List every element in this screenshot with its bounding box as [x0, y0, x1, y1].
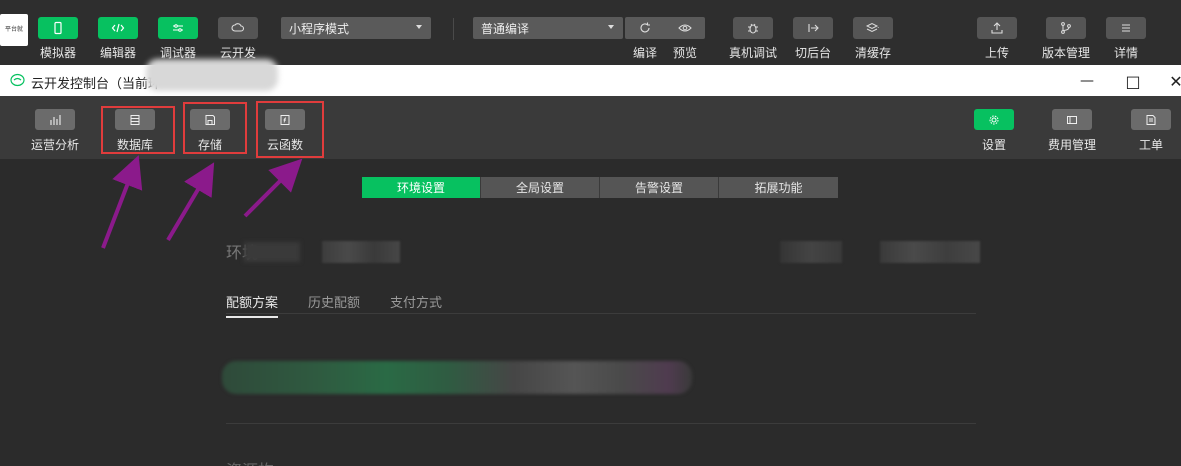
- main-content: 环境设置 全局设置 告警设置 拓展功能 环境 配额方案 历史配额 支付方式 资源…: [0, 159, 1181, 466]
- window-title-bar: 云开发控制台（当前环 — □ ✕: [0, 59, 1181, 96]
- compile-select[interactable]: 普通编译: [473, 17, 623, 39]
- editor-label: 编辑器: [99, 46, 136, 60]
- wallet-icon: [1052, 109, 1092, 130]
- upload-button[interactable]: 上传: [977, 17, 1017, 61]
- maximize-icon[interactable]: □: [1123, 71, 1143, 91]
- branch-icon: [1046, 17, 1086, 39]
- switch-icon: [793, 17, 833, 39]
- compile-label: 编译: [632, 46, 657, 60]
- clear-cache-button[interactable]: 清缓存: [853, 17, 893, 61]
- subtab-quota-plan[interactable]: 配额方案: [226, 292, 279, 318]
- annotation-box-storage: [183, 102, 247, 154]
- mode-select[interactable]: 小程序模式: [281, 17, 431, 39]
- code-icon: [98, 17, 138, 39]
- cloud-dev-button[interactable]: 云开发: [218, 17, 258, 61]
- bar-chart-icon: [35, 109, 75, 130]
- redacted-region: [322, 241, 400, 263]
- cloud-console-icon: [10, 73, 25, 87]
- resource-heading: 资源构: [226, 457, 274, 466]
- minimize-icon[interactable]: —: [1077, 71, 1097, 91]
- editor-button[interactable]: 编辑器: [98, 17, 138, 61]
- layers-icon: [853, 17, 893, 39]
- sliders-icon: [158, 17, 198, 39]
- settings-label: 设置: [981, 138, 1006, 152]
- redacted-plan-banner: [222, 361, 692, 394]
- ticket-button[interactable]: 工单: [1131, 109, 1171, 153]
- background-button[interactable]: 切后台: [793, 17, 833, 61]
- quota-subtabs: 配额方案 历史配额 支付方式: [226, 292, 442, 318]
- annotation-box-cloud-function: [256, 101, 324, 158]
- redacted-region: [146, 59, 278, 91]
- logo-text: 平台就: [4, 26, 23, 33]
- section-divider: [226, 423, 976, 424]
- annotation-box-database: [101, 106, 175, 154]
- upload-label: 上传: [984, 46, 1009, 60]
- remote-debug-label: 真机调试: [729, 46, 778, 60]
- preview-label: 预览: [672, 46, 697, 60]
- ide-toolbar: 平台就 模拟器 编辑器 调试器 云开发 小程序模式 普通编译 编译 预览 真机调…: [0, 0, 1181, 65]
- upload-icon: [977, 17, 1017, 39]
- subtab-payment[interactable]: 支付方式: [390, 292, 442, 318]
- close-icon[interactable]: ✕: [1166, 71, 1181, 91]
- version-button[interactable]: 版本管理: [1042, 17, 1090, 61]
- compile-preview-group: [625, 17, 705, 39]
- analytics-button[interactable]: 运营分析: [31, 109, 79, 153]
- settings-button[interactable]: 设置: [974, 109, 1014, 153]
- chevron-down-icon: [416, 25, 422, 29]
- cloud-icon: [218, 17, 258, 39]
- simulator-label: 模拟器: [39, 46, 76, 60]
- clear-cache-label: 清缓存: [854, 46, 891, 60]
- gear-icon: [974, 109, 1014, 130]
- tab-env-settings[interactable]: 环境设置: [362, 177, 481, 198]
- app-logo: 平台就: [0, 14, 28, 46]
- bug-icon: [733, 17, 773, 39]
- settings-tabs: 环境设置 全局设置 告警设置 拓展功能: [362, 177, 838, 198]
- refresh-icon: [640, 22, 650, 33]
- console-toolbar: 运营分析 数据库 存储 云函数 设置 费用管理 工单: [0, 96, 1181, 159]
- debugger-button[interactable]: 调试器: [158, 17, 198, 61]
- details-label: 详情: [1113, 46, 1138, 60]
- redacted-region: [780, 241, 842, 263]
- ticket-label: 工单: [1138, 138, 1163, 152]
- remote-debug-button[interactable]: 真机调试: [729, 17, 777, 61]
- tab-global-settings[interactable]: 全局设置: [481, 177, 600, 198]
- background-label: 切后台: [794, 46, 831, 60]
- mode-select-value: 小程序模式: [289, 21, 350, 36]
- compile-select-value: 普通编译: [481, 21, 530, 36]
- subtab-divider: [226, 313, 976, 314]
- ticket-icon: [1131, 109, 1171, 130]
- details-button[interactable]: 详情: [1106, 17, 1146, 61]
- tab-alarm-settings[interactable]: 告警设置: [600, 177, 719, 198]
- redacted-region: [244, 242, 300, 262]
- simulator-button[interactable]: 模拟器: [38, 17, 78, 61]
- menu-icon: [1106, 17, 1146, 39]
- subtab-quota-history[interactable]: 历史配额: [308, 292, 360, 318]
- window-title: 云开发控制台（当前环: [31, 77, 162, 92]
- compile-button[interactable]: [625, 17, 665, 39]
- phone-icon: [38, 17, 78, 39]
- compile-labels: 编译 预览: [625, 44, 705, 61]
- redacted-region: [880, 241, 980, 263]
- analytics-label: 运营分析: [31, 138, 80, 152]
- eye-icon: [678, 24, 692, 32]
- preview-button[interactable]: [665, 17, 705, 39]
- toolbar-divider: [453, 18, 454, 40]
- tab-extensions[interactable]: 拓展功能: [719, 177, 838, 198]
- billing-button[interactable]: 费用管理: [1048, 109, 1096, 153]
- chevron-down-icon: [608, 25, 614, 29]
- version-label: 版本管理: [1042, 46, 1091, 60]
- billing-label: 费用管理: [1048, 138, 1097, 152]
